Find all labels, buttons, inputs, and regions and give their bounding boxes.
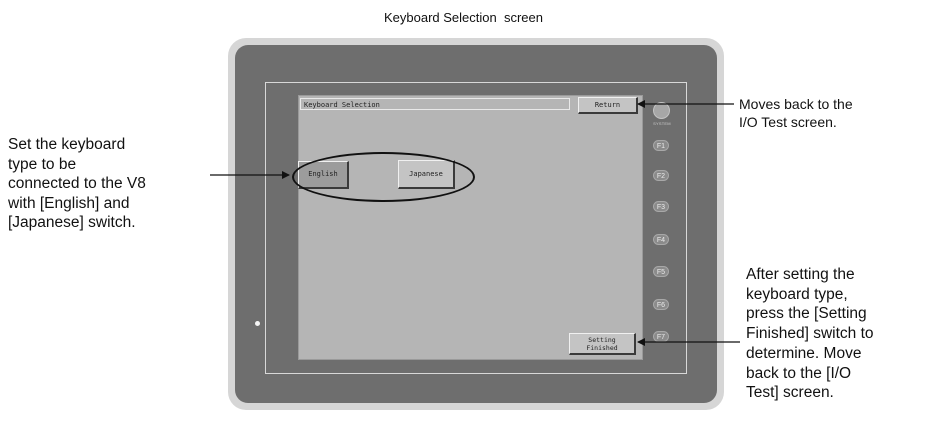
note-line: Moves back to the	[739, 96, 853, 112]
note-line: Finished] switch to	[746, 325, 874, 343]
return-note: Moves back to the I/O Test screen.	[739, 96, 853, 131]
note-line: I/O Test screen.	[739, 113, 837, 130]
note-line: type to be	[8, 155, 77, 173]
note-line: determine. Move	[746, 344, 862, 362]
note-line: After setting the	[746, 266, 855, 283]
note-line: connected to the V8	[8, 175, 146, 192]
note-line: Test] screen.	[746, 384, 834, 402]
note-line: back to the [I/O	[746, 364, 852, 382]
setting-finished-note: After setting the keyboard type, press t…	[746, 265, 874, 403]
keyboard-type-note: Set the keyboard type to be connected to…	[8, 135, 146, 233]
note-line: [Japanese] switch.	[8, 214, 136, 231]
note-line: Set the keyboard	[8, 136, 126, 153]
note-line: press the [Setting	[746, 305, 867, 323]
note-line: keyboard type,	[746, 285, 848, 303]
note-line: with [English] and	[8, 194, 130, 212]
